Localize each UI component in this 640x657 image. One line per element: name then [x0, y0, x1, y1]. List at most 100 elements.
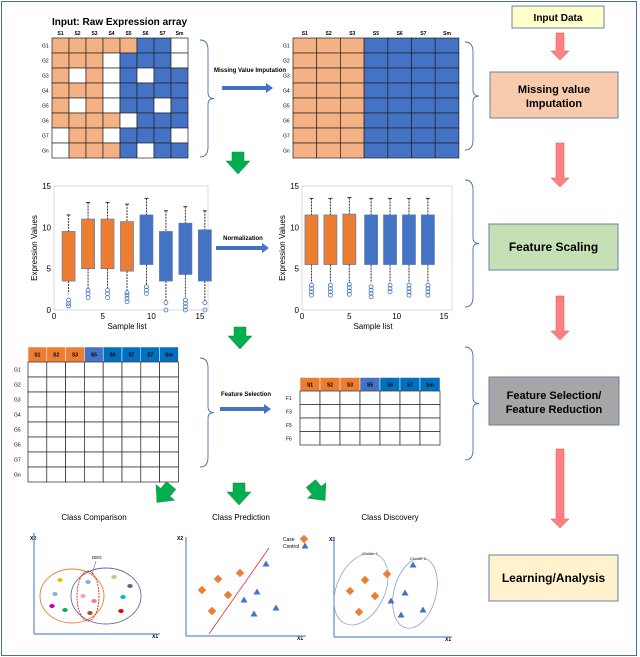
feature-matrix-cell [102, 391, 123, 408]
feature-matrix-column-label: S5 [91, 353, 97, 359]
raw-matrix-column-label: S7 [159, 31, 165, 37]
raw-matrix-column-label: S1 [57, 31, 63, 37]
imputed-matrix-row-label: G2 [283, 59, 290, 65]
feature-matrix-cell [121, 466, 142, 483]
imputation-label: Missing Value Imputation [214, 68, 286, 74]
feature-matrix-cell [27, 361, 48, 378]
boxplot-normalized-box [383, 214, 397, 265]
selected-matrix-cell [379, 417, 401, 432]
raw-matrix-row-label: G5 [42, 104, 49, 110]
raw-matrix-cell [51, 82, 70, 99]
raw-matrix-row-label: G3 [42, 74, 49, 80]
raw-matrix-cell [170, 37, 189, 54]
comparison-axes [33, 533, 160, 635]
feature-matrix-column-label: Sm [165, 353, 173, 359]
raw-matrix-cell [85, 97, 104, 114]
raw-matrix-cell [170, 127, 189, 144]
raw-matrix-cell [119, 67, 138, 84]
feature-matrix-cell [121, 421, 142, 438]
imputed-matrix-cell [340, 112, 365, 129]
selected-matrix-cell [319, 417, 341, 432]
pipeline-diagram: Input: Raw Expression array Missing Valu… [14, 5, 620, 643]
feature-matrix-row-label: G5 [14, 428, 21, 434]
selected-matrix-cell [419, 390, 441, 405]
raw-matrix-cell [153, 37, 172, 54]
imputed-matrix-cell [434, 52, 460, 69]
imputed-matrix-cell [340, 37, 365, 54]
selected-matrix-cell [399, 417, 421, 432]
feature-matrix-cell [65, 421, 85, 438]
raw-matrix-cell [102, 82, 121, 99]
boxplot-normalized-y-label: Expression Values [278, 215, 287, 281]
feature-matrix-cell [46, 421, 66, 438]
selected-matrix-column-label: Sm [426, 382, 434, 388]
imputed-matrix-cell [387, 52, 412, 69]
imputed-matrix-cell [434, 127, 460, 144]
boxplot-raw-outlier [202, 300, 208, 305]
feature-matrix-cell [159, 361, 179, 378]
feature-matrix-cell [159, 451, 179, 468]
feature-matrix-cell [102, 406, 123, 423]
imputed-matrix-column-label: S5 [373, 31, 379, 37]
control-triangle-icon [262, 560, 270, 567]
data-point [62, 608, 68, 612]
imputed-matrix-cell [411, 82, 436, 99]
imputed-matrix-cell [340, 97, 365, 114]
imputed-matrix-cell [434, 142, 460, 159]
feature-matrix-cell [159, 421, 179, 438]
feature-matrix-cell [140, 466, 160, 483]
selected-matrix-cell [299, 431, 321, 446]
raw-matrix-row-label: G6 [42, 119, 49, 125]
imputed-matrix-cell [363, 82, 389, 99]
feature-selection-label: Feature Selection [221, 392, 271, 398]
feature-matrix-cell [27, 451, 48, 468]
boxplot-normalized-box [421, 214, 435, 265]
cluster-2-point-icon [387, 597, 395, 604]
data-point [91, 599, 97, 603]
imputed-matrix-cell [340, 127, 365, 144]
case-diamond-icon [207, 606, 217, 616]
feature-matrix-cell [121, 451, 142, 468]
raw-matrix-cell [153, 67, 172, 84]
boxplot-raw-x-tick: 5 [100, 312, 105, 321]
imputed-matrix-cell [434, 67, 460, 84]
boxplot-normalized-x-tick: 10 [392, 312, 401, 321]
cluster-2-point-icon [419, 606, 427, 613]
prediction-x2-label: X2 [177, 536, 183, 542]
data-point [87, 611, 93, 615]
raw-matrix-cell [153, 127, 172, 144]
imputed-matrix-column-label: S2 [325, 31, 331, 37]
control-triangle-icon [250, 610, 258, 617]
raw-matrix-cell [170, 97, 189, 114]
cluster-1-point-icon [382, 569, 392, 579]
class-comparison-title: Class Comparison [61, 513, 126, 522]
feature-matrix-row-label: G2 [14, 383, 21, 389]
cluster-1-point-icon [360, 575, 370, 585]
pipeline-step-label: Feature Reduction [506, 404, 603, 416]
feature-matrix-cell [121, 406, 142, 423]
imputed-matrix-cell [292, 37, 318, 54]
boxplot-raw-box [100, 218, 115, 270]
raw-matrix-column-label: Sm [176, 31, 184, 37]
legend-case: Case [283, 537, 295, 543]
boxplot-raw-box [61, 231, 76, 282]
raw-matrix-cell [119, 142, 138, 159]
down-arrow-icon [226, 482, 252, 506]
selected-matrix-column-label: S1 [307, 382, 313, 388]
imputed-matrix-cell [411, 37, 436, 54]
group-a-ellipse [39, 568, 105, 624]
imputed-matrix-cell [434, 37, 460, 54]
selected-matrix-cell [359, 390, 381, 405]
selected-matrix-cell [339, 390, 361, 405]
imputed-matrix-cell [292, 142, 318, 159]
pipeline-step-label: Feature Scaling [509, 240, 598, 254]
feature-matrix-cell [46, 466, 66, 483]
raw-matrix-cell [102, 112, 121, 129]
raw-matrix-cell [136, 37, 155, 54]
raw-matrix-cell [136, 142, 155, 159]
brace [464, 346, 480, 461]
raw-matrix-cell [170, 67, 189, 84]
selected-matrix-row-label: F6 [286, 436, 292, 442]
imputed-matrix-column-label: S1 [302, 31, 308, 37]
imputed-matrix-row-label: Gn [283, 149, 290, 155]
